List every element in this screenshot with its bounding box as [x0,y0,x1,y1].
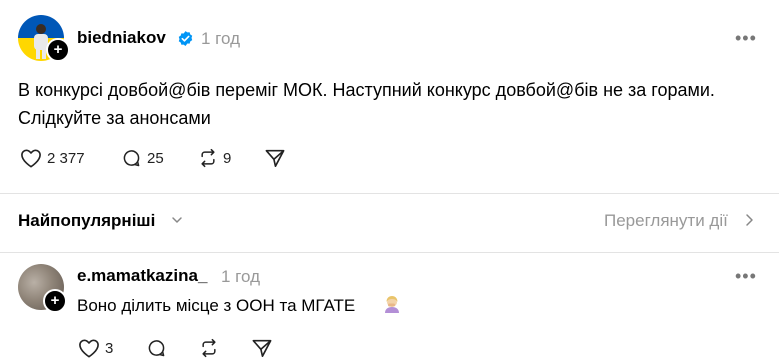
repost-icon [199,338,219,358]
divider [0,252,779,253]
more-icon[interactable]: ••• [735,28,757,49]
repost-button[interactable]: 9 [198,148,231,168]
sort-dropdown[interactable]: Найпопулярніші [18,211,155,231]
like-count: 2 377 [47,149,85,167]
comment-reply-button[interactable] [146,338,167,358]
comment-icon [146,338,167,358]
divider [0,193,779,194]
share-button[interactable] [264,148,286,168]
repost-icon [198,148,218,168]
share-icon [251,338,273,358]
comment-repost-button[interactable] [199,338,219,358]
comment-timestamp: 1 год [221,267,261,286]
post-timestamp: 1 год [201,29,241,48]
like-button[interactable]: 2 377 [20,148,85,168]
post-username[interactable]: biedniakov [77,28,166,48]
more-icon[interactable]: ••• [735,266,757,287]
heart-icon [78,338,100,358]
comment-like-button[interactable]: 3 [78,338,113,358]
comment-share-button[interactable] [251,338,273,358]
share-icon [264,148,286,168]
comment-button[interactable]: 25 [121,148,164,168]
comment-like-count: 3 [105,339,114,357]
heart-icon [20,148,42,168]
facepalm-woman-icon [382,294,402,314]
comment-text: Воно ділить місце з ООН та МГАТЕ [77,296,356,315]
comment-count: 25 [147,149,164,167]
follow-plus-icon[interactable]: + [43,289,67,313]
view-activity-link[interactable]: Переглянути дії [604,211,728,231]
chevron-right-icon[interactable] [744,213,756,232]
repost-count: 9 [223,149,232,167]
comment-username[interactable]: e.mamatkazina_ [77,266,207,286]
chevron-down-icon[interactable] [171,213,183,231]
follow-plus-icon[interactable]: + [46,38,70,62]
verified-badge-icon [177,30,194,47]
comment-icon [121,148,142,168]
post-text: В конкурсі довбой@бів переміг МОК. Насту… [18,80,715,128]
